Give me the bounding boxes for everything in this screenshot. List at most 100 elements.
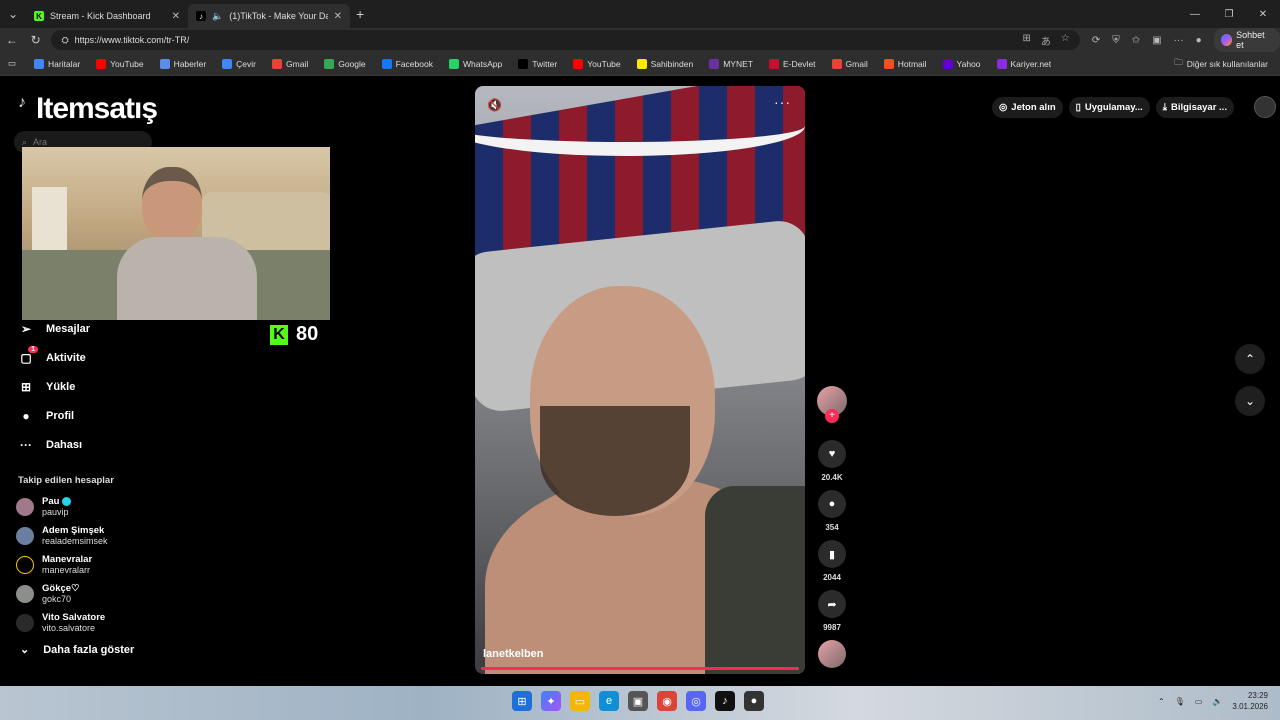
bookmark-icon — [709, 58, 720, 69]
avatar — [16, 613, 34, 632]
video-actions: + ♥ 20.4K ● 354 ▮ 2044 ➦ 9987 — [816, 386, 848, 668]
clock[interactable]: 23:29 3.01.2026 — [1232, 690, 1268, 712]
bookmark-icon — [96, 58, 107, 69]
kick-icon: K — [34, 11, 44, 21]
list-item[interactable]: Manevralar manevralarr — [16, 550, 108, 579]
back-button[interactable]: ← — [0, 33, 24, 47]
bookmark-item[interactable]: Twitter — [510, 58, 565, 69]
save-action[interactable]: ▮ 2044 — [818, 540, 846, 582]
heart-icon[interactable]: ♥ — [818, 440, 846, 468]
more-icon[interactable]: ··· — [1174, 35, 1184, 46]
shield-icon[interactable]: ⛨ — [1112, 35, 1120, 46]
tab-tiktok[interactable]: ♪ 🔈 (1)TikTok - Make Your Day ✕ — [188, 4, 350, 28]
mute-icon[interactable]: 🔇 — [487, 98, 502, 112]
profile-icon[interactable]: ● — [1196, 35, 1202, 46]
video-progress[interactable] — [481, 667, 799, 670]
other-bookmarks[interactable]: 🗀 Diğer sık kullanılanlar — [1174, 52, 1268, 76]
comment-icon[interactable]: ● — [818, 490, 846, 518]
bookmark-item[interactable]: Google — [316, 58, 373, 69]
speaker-icon[interactable]: 🔈 — [212, 11, 223, 22]
bookmark-item[interactable]: WhatsApp — [441, 58, 510, 69]
collections-icon[interactable]: ▣ — [1152, 35, 1161, 46]
next-video-button[interactable]: ⌄ — [1235, 386, 1265, 416]
favorite-star-icon[interactable]: ☆ — [1061, 33, 1070, 48]
minimize-button[interactable]: — — [1178, 0, 1212, 28]
previous-video-button[interactable]: ⌃ — [1235, 344, 1265, 374]
discord-icon[interactable]: ◎ — [686, 691, 706, 711]
chevron-up-icon[interactable]: ⌃ — [1158, 697, 1165, 706]
bookmark-item[interactable]: Gmail — [824, 58, 876, 69]
url-field[interactable]: ⛭ https://www.tiktok.com/tr-TR/ ⊞ あ ☆ — [51, 30, 1080, 50]
show-more-button[interactable]: ⌄ Daha fazla göster — [20, 643, 134, 657]
sidebar-item-upload[interactable]: ⊞ Yükle — [18, 372, 90, 401]
list-item[interactable]: Gökçe♡ gokc70 — [16, 579, 108, 608]
windows-start-icon[interactable]: ⊞ — [512, 691, 532, 711]
list-item[interactable]: Pau pauvip — [16, 492, 108, 521]
edge-icon[interactable]: e — [599, 691, 619, 711]
file-explorer-icon[interactable]: ▭ — [570, 691, 590, 711]
bookmark-item[interactable]: Çevir — [214, 58, 264, 69]
bookmark-item[interactable]: E-Devlet — [761, 58, 824, 69]
share-icon[interactable]: ➦ — [818, 590, 846, 618]
bookmark-item[interactable]: Haritalar — [26, 58, 88, 69]
share-action[interactable]: ➦ 9987 — [818, 590, 846, 632]
volume-icon[interactable]: 🔊 — [1212, 697, 1222, 706]
restore-button[interactable]: ❐ — [1212, 0, 1246, 28]
close-icon[interactable]: ✕ — [172, 11, 180, 22]
more-icon: ··· — [20, 437, 32, 452]
comment-action[interactable]: ● 354 — [818, 490, 846, 532]
bookmark-item[interactable]: Yahoo — [935, 58, 989, 69]
copilot-button[interactable]: Sohbet et — [1213, 28, 1280, 52]
following-list: Pau pauvip Adem Şimşek realademsimsek Ma… — [16, 492, 108, 637]
chrome-icon[interactable]: ◉ — [657, 691, 677, 711]
extensions-icon[interactable]: ⟳ — [1092, 35, 1100, 46]
video-player[interactable]: 🔇 ··· lanetkelben — [475, 86, 805, 674]
bookmark-item[interactable]: Kariyer.net — [989, 58, 1060, 69]
pc-app-button[interactable]: ⤓ Bilgisayar ... — [1155, 96, 1234, 118]
bookmark-item[interactable]: Sahibinden — [629, 58, 702, 69]
video-author[interactable]: lanetkelben — [483, 648, 544, 660]
bookmark-icon[interactable]: ▮ — [818, 540, 846, 568]
obs-icon[interactable]: ● — [744, 691, 764, 711]
tab-list-icon[interactable]: ⌄ — [0, 0, 26, 28]
sidebar-toggle-icon[interactable]: ▭ — [8, 58, 16, 69]
bookmark-item[interactable]: YouTube — [565, 58, 628, 69]
new-tab-button[interactable]: + — [356, 6, 364, 22]
avatar[interactable] — [1253, 96, 1276, 118]
bookmark-item[interactable]: Hotmail — [876, 58, 935, 69]
tiktok-icon[interactable]: ♪ — [715, 691, 735, 711]
coin-icon: ◎ — [999, 101, 1008, 113]
follow-plus-icon[interactable]: + — [825, 409, 839, 423]
sidebar-item-messages[interactable]: ➢ Mesajlar — [18, 314, 90, 343]
like-action[interactable]: ♥ 20.4K — [818, 440, 846, 482]
tab-kick[interactable]: K Stream - Kick Dashboard ✕ — [26, 4, 188, 28]
site-info-icon[interactable]: ⛭ — [61, 35, 68, 46]
network-icon[interactable]: ▭ — [1195, 697, 1203, 706]
store-icon[interactable]: ▣ — [628, 691, 648, 711]
favorites-icon[interactable]: ✩ — [1132, 35, 1140, 46]
get-app-button[interactable]: ▯ Uygulamay... — [1068, 96, 1150, 118]
list-item[interactable]: Vito Salvatore vito.salvatore — [16, 608, 108, 637]
get-coins-button[interactable]: ◎ Jeton alın — [992, 96, 1063, 118]
copilot-icon[interactable]: ✦ — [541, 691, 561, 711]
bookmark-item[interactable]: Facebook — [374, 58, 441, 69]
translate-icon[interactable]: あ — [1041, 33, 1051, 48]
close-icon[interactable]: ✕ — [334, 11, 342, 22]
bookmark-item[interactable]: MYNET — [701, 58, 761, 69]
bookmark-item[interactable]: Gmail — [264, 58, 316, 69]
sidebar-item-activity[interactable]: ▢ 1 Aktivite — [18, 343, 90, 372]
list-item[interactable]: Adem Şimşek realademsimsek — [16, 521, 108, 550]
logo[interactable]: ♪ Itemsatış — [18, 92, 158, 126]
more-options-icon[interactable]: ··· — [774, 94, 791, 110]
music-avatar[interactable] — [818, 640, 846, 668]
sidebar-item-more[interactable]: ··· Dahası — [18, 430, 90, 459]
app-icon[interactable]: ⊞ — [1022, 33, 1030, 48]
author-avatar[interactable]: + — [817, 386, 847, 423]
bookmark-item[interactable]: YouTube — [88, 58, 151, 69]
bookmark-item[interactable]: Haberler — [152, 58, 215, 69]
reload-button[interactable]: ↻ — [24, 33, 48, 47]
close-window-button[interactable]: ✕ — [1246, 0, 1280, 28]
address-bar-row: ← ↻ ⛭ https://www.tiktok.com/tr-TR/ ⊞ あ … — [0, 28, 1280, 52]
microphone-icon[interactable]: 🎙 — [1175, 697, 1185, 706]
sidebar-item-profile[interactable]: ● Profil — [18, 401, 90, 430]
